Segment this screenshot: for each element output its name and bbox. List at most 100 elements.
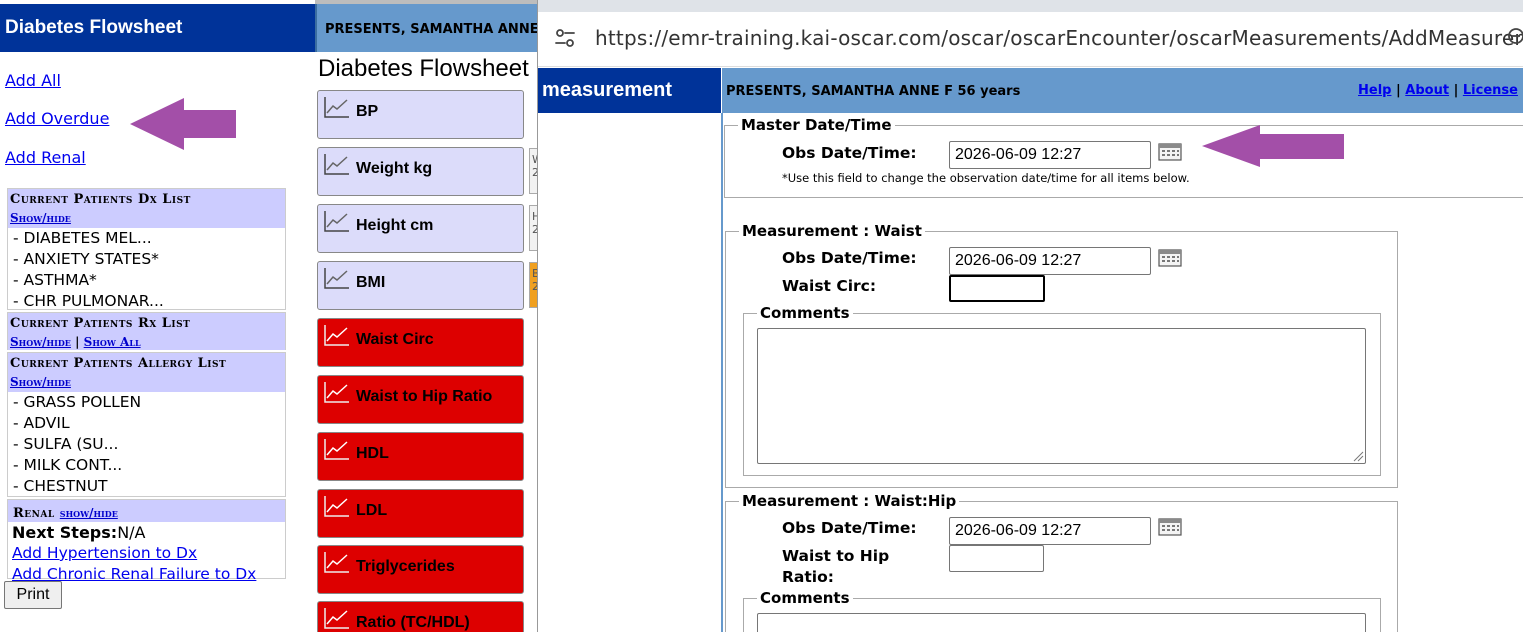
- add-all-link[interactable]: Add All: [5, 71, 61, 90]
- graph-icon: [324, 552, 349, 573]
- graph-icon: [324, 325, 349, 346]
- header-links: Help | About | License: [1358, 83, 1518, 98]
- help-link[interactable]: Help: [1358, 83, 1391, 98]
- next-steps: Next Steps:N/A: [8, 522, 285, 543]
- patient-header: PRESENTS, SAMANTHA ANNE: [315, 4, 540, 52]
- measurement-height[interactable]: Height cm: [317, 204, 524, 253]
- allergy-item: - MILK CONT...: [13, 456, 123, 474]
- dx-show-hide-link[interactable]: Show/hide: [10, 211, 71, 225]
- measurement-ldl[interactable]: LDL: [317, 489, 524, 538]
- graph-icon: [324, 439, 349, 460]
- patient-name: PRESENTS, SAMANTHA ANNE F 56 years: [726, 84, 1021, 99]
- waist-hip-comments-textarea[interactable]: [757, 613, 1366, 632]
- rx-list-header: Current Patients Rx List Show/hide | Sho…: [8, 313, 285, 350]
- measurement-title: measurement: [538, 68, 721, 113]
- purple-arrow-icon: [1202, 125, 1344, 167]
- rx-show-all-link[interactable]: Show All: [84, 335, 141, 349]
- flowsheet-panel: PRESENTS, SAMANTHA ANNE Diabetes Flowshe…: [315, 0, 540, 632]
- waist-circ-input[interactable]: [949, 275, 1045, 302]
- about-link[interactable]: About: [1405, 83, 1449, 98]
- dx-list-title: Current Patients Dx List: [10, 192, 191, 207]
- waist-hip-legend: Measurement : Waist:Hip: [742, 492, 957, 510]
- calendar-icon[interactable]: [1158, 249, 1182, 267]
- waist-legend: Measurement : Waist: [742, 222, 922, 240]
- measurement-label: Triglycerides: [356, 558, 455, 575]
- calendar-icon[interactable]: [1158, 143, 1182, 161]
- allergy-show-hide-link[interactable]: Show/hide: [10, 375, 71, 389]
- flowsheet-heading: Diabetes Flowsheet: [318, 55, 529, 82]
- print-button[interactable]: Print: [4, 581, 62, 609]
- renal-box: Renal show/hide Next Steps:N/A Add Hyper…: [7, 499, 286, 583]
- measurement-label: Waist Circ: [356, 331, 434, 348]
- next-steps-value: N/A: [117, 523, 146, 542]
- graph-icon: [324, 382, 349, 403]
- measurement-label: LDL: [356, 502, 388, 519]
- calendar-icon[interactable]: [1158, 518, 1182, 536]
- master-obs-datetime-input[interactable]: [949, 141, 1151, 169]
- next-steps-label: Next Steps:: [12, 523, 118, 542]
- resize-grip-icon[interactable]: [1352, 450, 1364, 462]
- graph-icon: [324, 496, 349, 517]
- measurement-bmi[interactable]: BMI: [317, 261, 524, 310]
- measurement-label: BMI: [356, 274, 386, 291]
- dx-item: - DIABETES MEL...: [13, 229, 152, 247]
- allergy-list-title: Current Patients Allergy List: [10, 356, 227, 371]
- graph-icon: [324, 154, 349, 175]
- measurement-bp[interactable]: BP: [317, 90, 524, 139]
- measurement-label: Weight kg: [356, 160, 433, 177]
- add-renal-link[interactable]: Add Renal: [5, 148, 86, 167]
- add-hypertension-link[interactable]: Add Hypertension to Dx: [12, 544, 197, 562]
- allergy-item: - SULFA (SU...: [13, 435, 119, 453]
- dx-item: - ANXIETY STATES*: [13, 250, 159, 268]
- graph-icon: [324, 97, 349, 118]
- master-note: *Use this field to change the observatio…: [782, 171, 1190, 185]
- measurement-label: Waist to Hip Ratio: [356, 388, 493, 405]
- add-overdue-link[interactable]: Add Overdue: [5, 109, 109, 128]
- measurement-hdl[interactable]: HDL: [317, 432, 524, 481]
- measurement-weight[interactable]: Weight kg: [317, 147, 524, 196]
- waist-obs-datetime-input[interactable]: [949, 247, 1151, 275]
- measurement-label: Height cm: [356, 217, 434, 234]
- allergy-list-box: Current Patients Allergy List Show/hide …: [7, 352, 286, 497]
- link-separator: |: [1396, 83, 1401, 98]
- measurement-triglycerides[interactable]: Triglycerides: [317, 545, 524, 594]
- dx-list-box: Current Patients Dx List Show/hide - DIA…: [7, 188, 286, 310]
- site-settings-icon[interactable]: [553, 26, 577, 50]
- waist-hip-ratio-input[interactable]: [949, 545, 1044, 572]
- waist-hip-ratio-label-2: Ratio:: [782, 568, 834, 586]
- flowsheet-title: Diabetes Flowsheet: [0, 4, 315, 52]
- measurement-popup-window: https://emr-training.kai-oscar.com/oscar…: [537, 0, 1523, 632]
- measurement-waist-hip-ratio[interactable]: Waist to Hip Ratio: [317, 375, 524, 424]
- waist-hip-obs-datetime-input[interactable]: [949, 517, 1151, 545]
- waist-hip-ratio-label-1: Waist to Hip: [782, 547, 890, 565]
- window-titlebar: [538, 0, 1523, 12]
- patient-bar: PRESENTS, SAMANTHA ANNE F 56 years Help …: [722, 68, 1523, 113]
- waist-circ-label: Waist Circ:: [782, 277, 877, 295]
- graph-icon: [324, 268, 349, 289]
- graph-icon: [324, 211, 349, 232]
- dx-list-header: Current Patients Dx List Show/hide: [8, 189, 285, 228]
- waist-hip-obs-label: Obs Date/Time:: [782, 519, 917, 537]
- measurement-waist-circ[interactable]: Waist Circ: [317, 318, 524, 367]
- flowsheet-sidebar: Diabetes Flowsheet Add All Add Overdue A…: [0, 0, 315, 632]
- allergy-item: - ADVIL: [13, 414, 70, 432]
- renal-title: Renal: [13, 506, 55, 521]
- waist-comments-legend: Comments: [760, 304, 850, 322]
- master-obs-label: Obs Date/Time:: [782, 144, 917, 162]
- renal-show-hide-link[interactable]: show/hide: [60, 506, 118, 520]
- link-separator: |: [1453, 83, 1459, 98]
- dx-item: - ASTHMA*: [13, 271, 97, 289]
- address-bar: https://emr-training.kai-oscar.com/oscar…: [538, 12, 1523, 67]
- rx-show-hide-link[interactable]: Show/hide: [10, 335, 71, 349]
- zoom-icon[interactable]: [1506, 26, 1523, 50]
- allergy-list-header: Current Patients Allergy List Show/hide: [8, 353, 285, 392]
- measurement-ratio-tc-hdl[interactable]: Ratio (TC/HDL): [317, 601, 524, 632]
- renal-header: Renal show/hide: [8, 500, 285, 522]
- master-datetime-legend: Master Date/Time: [741, 116, 892, 134]
- waist-hip-comments-legend: Comments: [760, 589, 850, 607]
- rx-link-separator: |: [75, 335, 80, 349]
- waist-comments-textarea[interactable]: [757, 328, 1366, 464]
- url-text[interactable]: https://emr-training.kai-oscar.com/oscar…: [595, 26, 1523, 50]
- license-link[interactable]: License: [1463, 83, 1518, 98]
- measurement-label: HDL: [356, 445, 389, 462]
